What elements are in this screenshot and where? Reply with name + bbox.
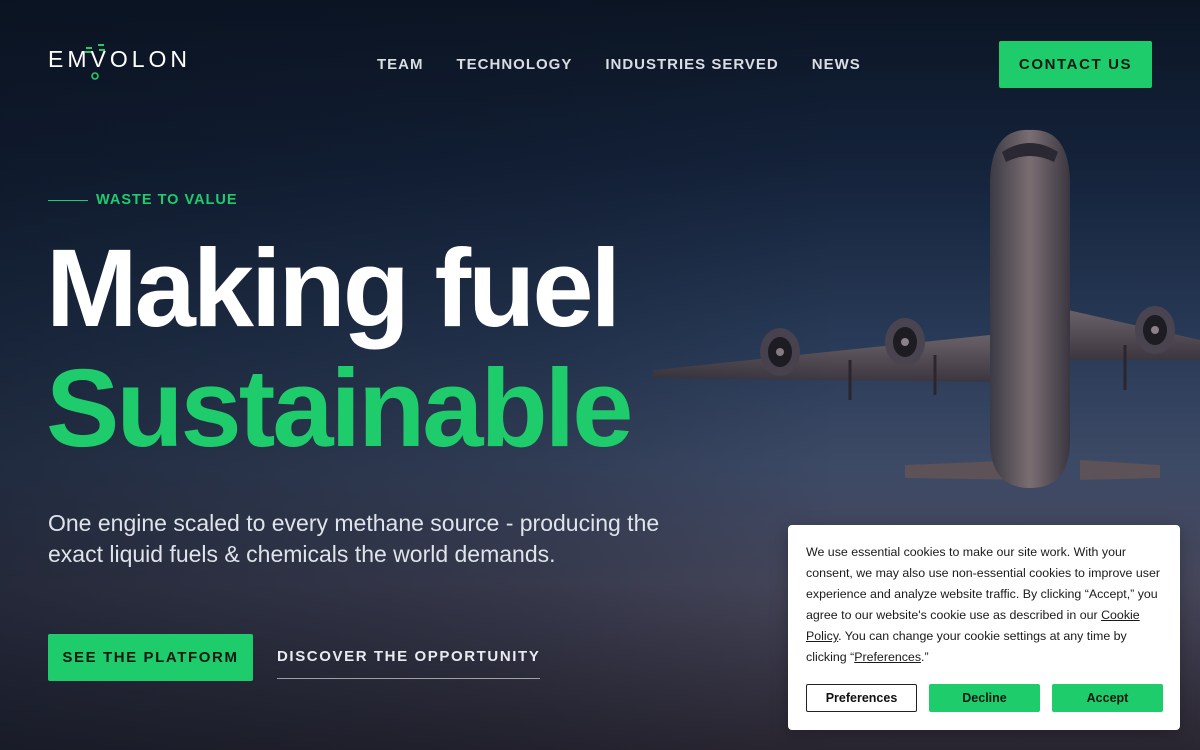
decline-button[interactable]: Decline: [929, 684, 1040, 712]
nav-item-news[interactable]: NEWS: [812, 56, 861, 73]
nav-item-team[interactable]: TEAM: [377, 56, 424, 73]
airplane-image: [652, 129, 1200, 488]
hero-title-line1: Making fuel: [46, 227, 621, 350]
cookie-banner: We use essential cookies to make our sit…: [788, 525, 1180, 730]
eyebrow: WASTE TO VALUE: [48, 192, 238, 208]
cookie-buttons: Preferences Decline Accept: [806, 684, 1163, 712]
eyebrow-text: WASTE TO VALUE: [96, 192, 238, 208]
contact-us-button[interactable]: CONTACT US: [999, 41, 1152, 88]
emvolon-logo-mark-icon: [85, 44, 105, 80]
accept-button[interactable]: Accept: [1052, 684, 1163, 712]
logo-text: EMVOLON: [48, 46, 192, 72]
main-nav: TEAM TECHNOLOGY INDUSTRIES SERVED NEWS: [377, 56, 861, 73]
preferences-button[interactable]: Preferences: [806, 684, 917, 712]
nav-item-industries-served[interactable]: INDUSTRIES SERVED: [605, 56, 778, 73]
logo[interactable]: EMVOLON: [48, 44, 192, 80]
discover-the-opportunity-link[interactable]: DISCOVER THE OPPORTUNITY: [277, 648, 541, 679]
eyebrow-rule: [48, 199, 88, 201]
see-the-platform-button[interactable]: SEE THE PLATFORM: [48, 634, 253, 681]
nav-item-technology[interactable]: TECHNOLOGY: [457, 56, 573, 73]
preferences-link[interactable]: Preferences: [854, 650, 921, 664]
cookie-text: We use essential cookies to make our sit…: [806, 542, 1162, 668]
hero-title-line2: Sustainable: [46, 347, 633, 470]
hero-subtitle: One engine scaled to every methane sourc…: [48, 510, 660, 567]
cookie-text-end: .”: [921, 650, 929, 664]
